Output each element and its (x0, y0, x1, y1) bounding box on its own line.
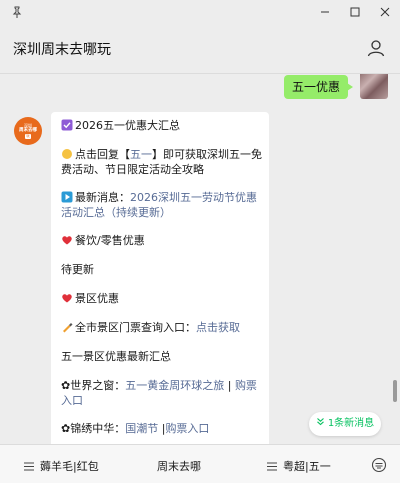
bot-avatar[interactable]: 深圳 周末去哪 玩 (14, 117, 42, 145)
checkbox-icon (61, 119, 73, 131)
card-ticket-entry: 全市景区门票查询入口：点击获取 (61, 320, 265, 335)
scenic-summary-link[interactable]: 五一景区优惠最新汇总 (61, 349, 265, 364)
chat-scrollbar[interactable] (393, 380, 397, 402)
card-jinxiu: ✿锦绣中华：国潮节 |购票入口 (61, 422, 210, 435)
card-reply-instruction: 点击回复【五一】即可获取深圳五一免费活动、节日限定活动全攻略 (61, 148, 262, 176)
sent-message-bubble[interactable]: 五一优惠 (283, 75, 354, 99)
reply-message-card[interactable]: 2026五一优惠大汇总 点击回复【五一】即可获取深圳五一免费活动、节日限定活动全… (51, 112, 269, 444)
chat-area[interactable]: 五一优惠 深圳 周末去哪 玩 2026五一优惠大汇总 点击回复【五一】即可获取深… (0, 74, 400, 444)
world-window-event-link[interactable]: 五一黄金周环球之旅 (125, 379, 224, 392)
bottom-menu: 薅羊毛|红包 周末去哪 粤超|五一 (0, 444, 400, 483)
window-title-bar (0, 0, 400, 24)
maximize-button[interactable] (340, 0, 370, 24)
minimize-icon (321, 11, 329, 13)
card-world-window: ✿世界之窗：五一黄金周环球之旅 | 购票入口 (61, 379, 257, 407)
close-button[interactable] (370, 0, 400, 24)
play-button-icon (61, 191, 73, 203)
bot-avatar-text-2: 周末去哪 (19, 128, 37, 133)
chevron-down-icon (316, 418, 324, 426)
chat-header: 深圳周末去哪玩 (0, 24, 400, 74)
separator: | (227, 379, 232, 392)
heart-icon (62, 236, 72, 245)
ticket-query-link[interactable]: 点击获取 (196, 321, 240, 334)
user-icon[interactable] (366, 38, 386, 58)
card-latest-news: 最新消息：2026深圳五一劳动节优惠活动汇总（持续更新） (61, 191, 257, 219)
menu-list-icon (24, 462, 34, 471)
card-heading: 2026五一优惠大汇总 (61, 118, 265, 133)
close-icon (380, 7, 390, 17)
sent-message-text: 五一优惠 (291, 80, 340, 94)
jinxiu-event-link[interactable]: 国潮节 (125, 422, 158, 435)
heart-icon (62, 294, 72, 303)
menu-item-yuechao[interactable]: 粤超|五一 (267, 458, 331, 474)
pin-icon[interactable] (10, 5, 24, 19)
chat-title: 深圳周末去哪玩 (13, 42, 111, 58)
maximize-icon (350, 7, 360, 17)
reply-keyword-link[interactable]: 五一 (130, 148, 152, 161)
minimize-button[interactable] (310, 0, 340, 24)
menu-item-weekend[interactable]: 周末去哪 (157, 458, 201, 474)
card-scenic-title: 景区优惠 (61, 291, 265, 306)
writing-hand-icon (63, 323, 73, 333)
menu-list-icon (267, 462, 277, 471)
card-pending-text: 待更新 (61, 263, 94, 276)
keyboard-icon[interactable] (371, 457, 387, 473)
self-avatar[interactable] (360, 74, 388, 99)
menu-item-hongbao[interactable]: 薅羊毛|红包 (24, 458, 99, 474)
card-food-title: 餐饮/零售优惠 (61, 233, 265, 248)
new-message-badge[interactable]: 1条新消息 (309, 412, 381, 436)
pointing-hand-icon (62, 149, 72, 159)
bot-avatar-text-3: 玩 (25, 134, 31, 139)
jinxiu-ticket-link[interactable]: 购票入口 (165, 422, 209, 435)
